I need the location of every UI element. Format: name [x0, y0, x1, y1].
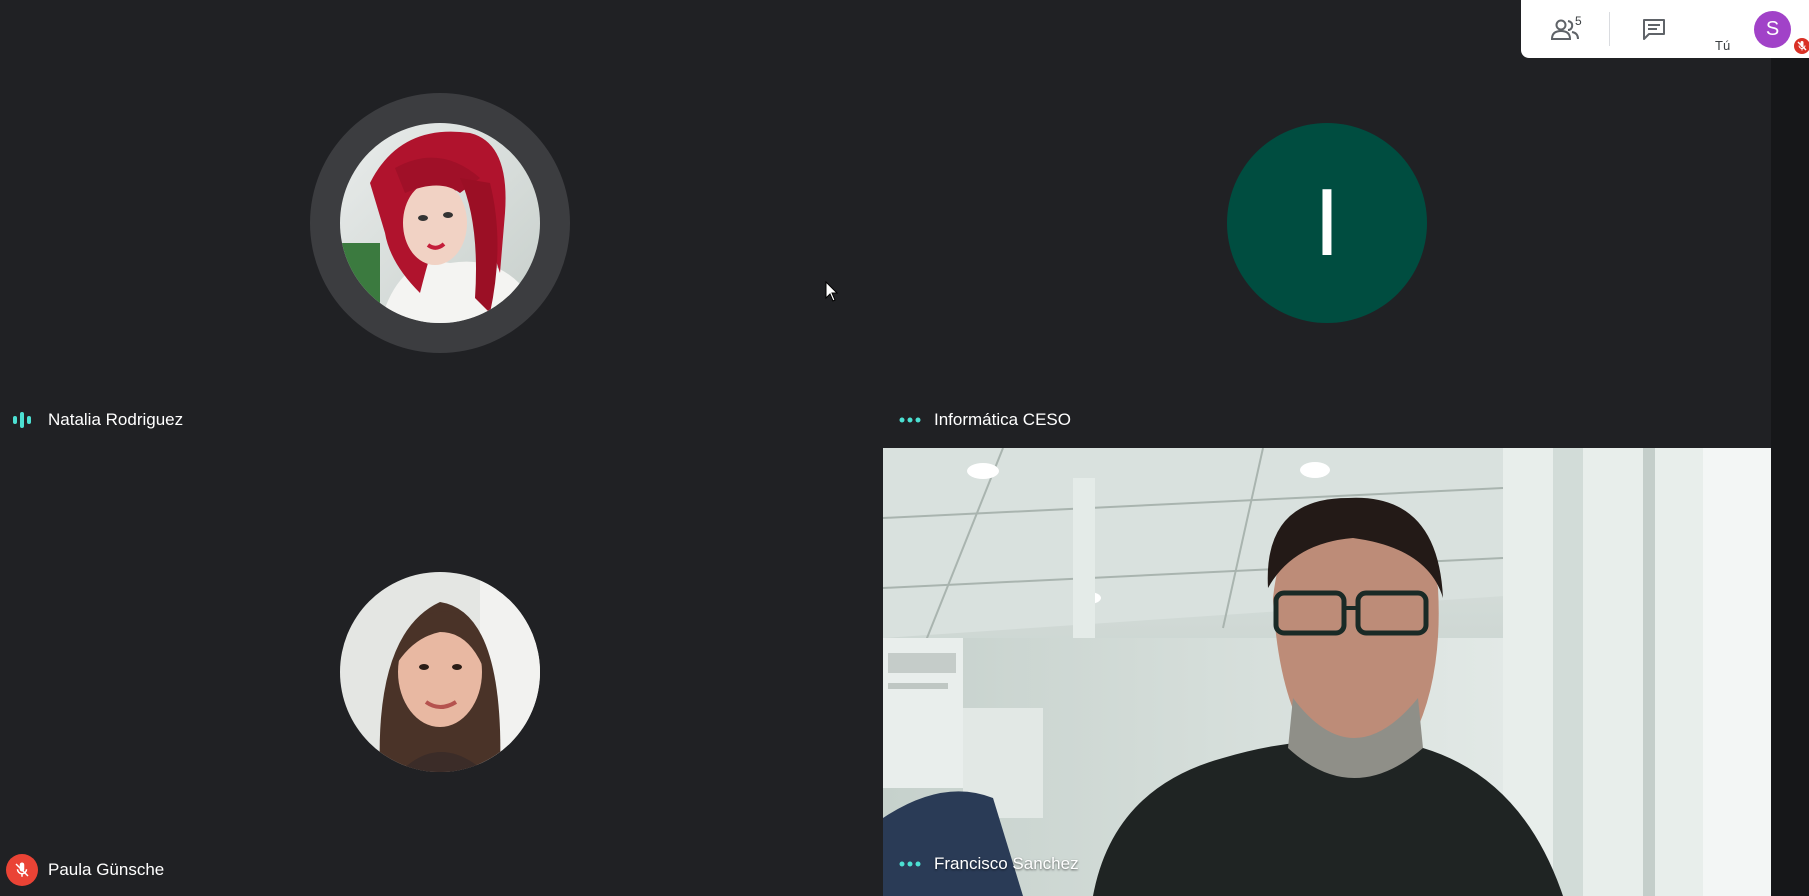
more-dots-icon [899, 417, 921, 423]
video-feed [883, 448, 1771, 896]
participant-tile-natalia[interactable]: Natalia Rodriguez [0, 0, 883, 448]
participant-tile-paula[interactable]: Paula Günsche [0, 448, 883, 896]
avatar: I [1227, 123, 1427, 323]
participant-name: Paula Günsche [48, 860, 165, 879]
side-strip [1771, 0, 1809, 896]
self-view[interactable]: Tú S [1698, 0, 1809, 58]
self-label: Tú [1715, 38, 1731, 53]
participant-name-label: Natalia Rodriguez [12, 410, 183, 430]
avatar [340, 572, 540, 772]
participant-name-label: Informática CESO [898, 410, 1071, 430]
mouse-cursor-icon [825, 281, 839, 302]
mic-off-icon [1792, 36, 1809, 56]
speaking-equalizer-icon [13, 412, 31, 428]
meeting-top-panel: 5 Tú S [1521, 0, 1809, 58]
chat-icon [1643, 19, 1665, 40]
meeting-stage: Natalia Rodriguez I Informática CESO Pau… [0, 0, 1809, 896]
participant-tile-informatica[interactable]: I Informática CESO [883, 0, 1771, 448]
more-dots-icon [899, 861, 921, 867]
participant-name: Natalia Rodriguez [48, 410, 184, 429]
participant-tile-francisco[interactable]: Francisco Sanchez [883, 448, 1771, 896]
participant-name: Informática CESO [934, 410, 1071, 429]
avatar-initial: I [1313, 169, 1341, 276]
participant-count: 5 [1575, 14, 1582, 28]
chat-button[interactable] [1610, 0, 1698, 58]
participant-name: Francisco Sanchez [934, 854, 1079, 873]
participant-name-label: Francisco Sanchez [898, 854, 1079, 874]
people-button[interactable]: 5 [1521, 0, 1609, 58]
mic-off-icon [6, 854, 38, 886]
avatar [340, 123, 540, 323]
self-avatar: S [1754, 11, 1791, 48]
self-initial: S [1765, 18, 1780, 40]
participant-name-label: Paula Günsche [6, 854, 164, 886]
